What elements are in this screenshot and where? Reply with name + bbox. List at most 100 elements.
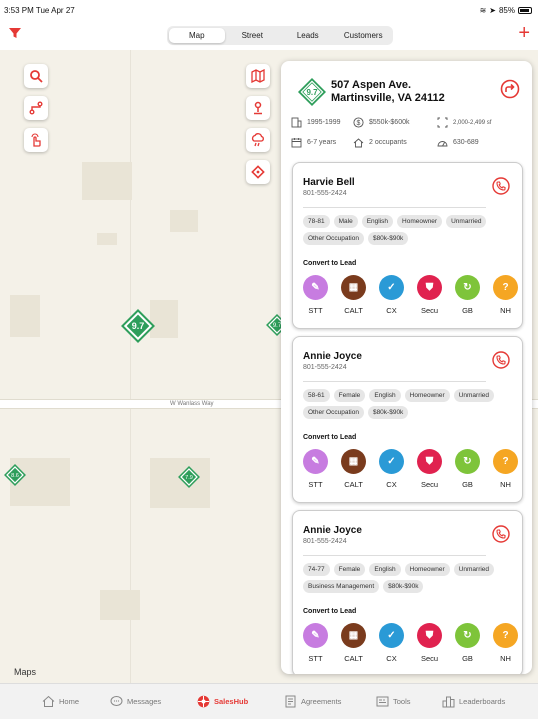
tag: Unmarried — [453, 389, 495, 402]
lead-button-cx[interactable]: ✓ CX — [379, 449, 404, 489]
search-button[interactable] — [24, 64, 48, 88]
card-divider — [303, 207, 486, 208]
tag: Homeowner — [404, 389, 450, 402]
lead-button-gb[interactable]: ↻ GB — [455, 275, 480, 315]
tab-street[interactable]: Street — [225, 28, 281, 43]
filter-icon[interactable] — [8, 26, 22, 40]
tag: Male — [333, 215, 358, 228]
tag: English — [361, 215, 394, 228]
credit-score: 630-689 — [453, 139, 479, 146]
pin-drop-button[interactable] — [246, 96, 270, 120]
lead-button-stt[interactable]: ✎ STT — [303, 623, 328, 663]
map-building — [97, 233, 117, 245]
route-button[interactable] — [24, 96, 48, 120]
lead-button-gb[interactable]: ↻ GB — [455, 623, 480, 663]
add-icon[interactable]: + — [518, 23, 530, 43]
check-icon: ✓ — [379, 623, 404, 648]
map-building — [10, 295, 40, 337]
convert-to-lead-label: Convert to Lead — [303, 260, 357, 267]
tab-label: SalesHub — [214, 697, 249, 706]
contact-card[interactable]: Annie Joyce 801-555-2424 58-61 Female En… — [292, 336, 523, 503]
lead-button-nh[interactable]: ? NH — [493, 275, 518, 315]
tag: English — [369, 563, 401, 576]
tap-button[interactable] — [24, 128, 48, 152]
contact-name: Harvie Bell — [303, 177, 355, 188]
maps-logo-text: Maps — [14, 667, 37, 677]
tab-tools[interactable]: Tools — [376, 695, 411, 708]
map-pin[interactable]: 8.6 — [2, 462, 28, 488]
tag: Other Occupation — [303, 232, 364, 245]
tag: Homeowner — [404, 563, 450, 576]
tab-leads[interactable]: Leads — [280, 28, 336, 43]
shield-icon: ⛊ — [417, 275, 442, 300]
shield-icon: ⛊ — [417, 623, 442, 648]
tab-messages[interactable]: Messages — [110, 695, 161, 708]
square-footage: 2,000-2,499 sf — [453, 119, 492, 126]
question-icon: ? — [493, 623, 518, 648]
tab-leaderboards[interactable]: Leaderboards — [442, 695, 505, 708]
leaderboard-icon — [442, 696, 455, 708]
lead-button-secu[interactable]: ⛊ Secu — [417, 275, 442, 315]
address-line2: Martinsville, VA 24112 — [331, 92, 445, 104]
lead-label: CX — [386, 306, 397, 315]
status-right: ≋ ➤ 85% — [480, 6, 532, 15]
calendar-icon: ▦ — [341, 449, 366, 474]
property-panel: 9.7 507 Aspen Ave. Martinsville, VA 2411… — [281, 61, 532, 674]
tab-saleshub[interactable]: SalesHub — [197, 695, 248, 708]
tag: Female — [333, 563, 366, 576]
contact-card[interactable]: Harvie Bell 801-555-2424 78-81 Male Engl… — [292, 162, 523, 329]
map-pin[interactable]: 9.7 — [120, 308, 156, 344]
tab-map[interactable]: Map — [169, 28, 225, 43]
card-divider — [303, 555, 486, 556]
score-badge-icon: 9.7 — [297, 77, 327, 107]
svg-text:9.7: 9.7 — [132, 321, 145, 331]
building-icon — [291, 117, 302, 128]
map-building — [170, 210, 198, 232]
shield-icon: ⛊ — [417, 449, 442, 474]
lead-button-secu[interactable]: ⛊ Secu — [417, 449, 442, 489]
lead-button-nh[interactable]: ? NH — [493, 449, 518, 489]
phone-icon[interactable] — [492, 525, 510, 543]
property-info-row-1: 1995-1999 $ $550k-$600k 2,000-2,499 sf — [291, 117, 491, 128]
tab-label: Leaderboards — [459, 697, 506, 706]
lead-button-secu[interactable]: ⛊ Secu — [417, 623, 442, 663]
tab-home[interactable]: Home — [42, 695, 79, 708]
lead-button-nh[interactable]: ? NH — [493, 623, 518, 663]
lead-button-cx[interactable]: ✓ CX — [379, 623, 404, 663]
saleshub-icon — [197, 695, 210, 708]
tab-label: Agreements — [301, 697, 342, 706]
lead-button-stt[interactable]: ✎ STT — [303, 449, 328, 489]
lead-label: Secu — [420, 480, 439, 489]
svg-text:8.6: 8.6 — [11, 473, 19, 479]
directions-icon[interactable] — [500, 79, 520, 99]
map-road — [130, 50, 131, 683]
locate-button[interactable] — [246, 160, 270, 184]
lead-button-calt[interactable]: ▦ CALT — [341, 623, 366, 663]
phone-icon[interactable] — [492, 351, 510, 369]
calendar-icon: ▦ — [341, 275, 366, 300]
recycle-icon: ↻ — [455, 449, 480, 474]
status-time: 3:53 PM Tue Apr 27 — [4, 6, 75, 15]
weather-button[interactable] — [246, 128, 270, 152]
tab-agreements[interactable]: Agreements — [284, 695, 341, 708]
lead-button-calt[interactable]: ▦ CALT — [341, 275, 366, 315]
question-icon: ? — [493, 275, 518, 300]
lead-button-cx[interactable]: ✓ CX — [379, 275, 404, 315]
lead-button-calt[interactable]: ▦ CALT — [341, 449, 366, 489]
contact-card[interactable]: Annie Joyce 801-555-2424 74-77 Female En… — [292, 510, 523, 674]
view-segmented-control: Map Street Leads Customers — [167, 26, 393, 45]
lead-button-stt[interactable]: ✎ STT — [303, 275, 328, 315]
map-type-button[interactable] — [246, 64, 270, 88]
battery-percent: 85% — [498, 6, 515, 15]
phone-icon[interactable] — [492, 177, 510, 195]
year-built: 1995-1999 — [307, 119, 341, 126]
tab-label: Home — [59, 697, 80, 706]
tag: $80k-$90k — [367, 406, 409, 419]
tool-icon: ✎ — [303, 623, 328, 648]
map-pin[interactable]: 7.9 — [176, 464, 202, 490]
tools-icon — [376, 696, 389, 707]
lead-button-gb[interactable]: ↻ GB — [455, 449, 480, 489]
location-icon: ➤ — [489, 6, 496, 15]
tab-customers[interactable]: Customers — [336, 28, 392, 43]
tag: Other Occupation — [303, 406, 364, 419]
